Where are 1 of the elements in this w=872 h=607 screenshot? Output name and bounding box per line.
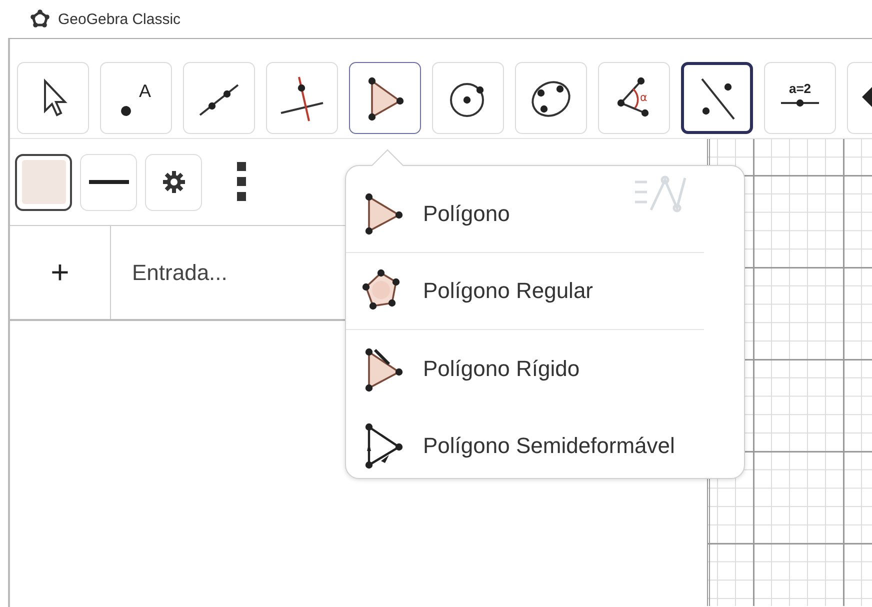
- window-title: GeoGebra Classic: [58, 10, 181, 28]
